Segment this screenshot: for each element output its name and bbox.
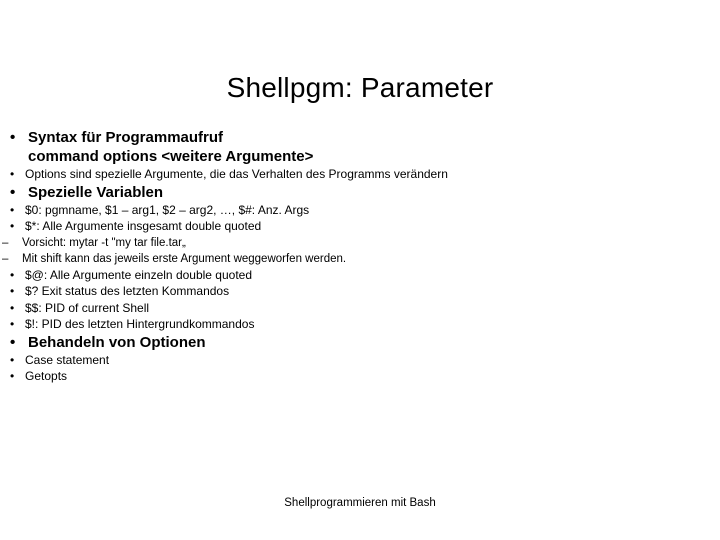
bullet-text-wrap: Spezielle Variablen bbox=[28, 183, 720, 202]
bullet-var-dollar-bang: • $!: PID des letzten Hintergrundkommand… bbox=[0, 316, 720, 333]
bullet-icon: • bbox=[10, 284, 15, 298]
dash-icon: – bbox=[2, 236, 9, 249]
bullet-list-level2-options: • Options sind spezielle Argumente, die … bbox=[0, 166, 720, 183]
bullet-text-wrap: Syntax für Programmaufruf command option… bbox=[28, 128, 720, 166]
dash-vorsicht-mytar: – Vorsicht: mytar -t "my tar file.tar„ bbox=[0, 235, 720, 251]
dash-text: Vorsicht: mytar -t "my tar file.tar„ bbox=[22, 236, 186, 249]
dash-icon: – bbox=[2, 252, 9, 265]
bullet-icon: • bbox=[10, 352, 15, 367]
bullet-icon: • bbox=[10, 333, 16, 351]
bullet-text: $@: Alle Argumente einzeln double quoted bbox=[25, 267, 253, 282]
slide: Shellpgm: Parameter • Syntax für Program… bbox=[0, 0, 720, 540]
bullet-text-wrap: Behandeln von Optionen bbox=[28, 333, 720, 352]
bullet-list-level1: • Syntax für Programmaufruf command opti… bbox=[0, 128, 720, 166]
bullet-text: $!: PID des letzten Hintergrundkommandos bbox=[25, 317, 255, 331]
bullet-text: $0: pgmname, $1 – arg1, $2 – arg2, …, $#… bbox=[25, 202, 310, 217]
bullet-list-level1-behandeln-von-optionen: • Behandeln von Optionen bbox=[0, 333, 720, 352]
bullet-text: Getopts bbox=[25, 369, 68, 383]
bullet-text: $*: Alle Argumente insgesamt double quot… bbox=[25, 219, 262, 233]
bullet-text: Case statement bbox=[25, 352, 110, 367]
bullet-getopts: • Getopts bbox=[0, 368, 720, 385]
bullet-icon: • bbox=[10, 369, 15, 383]
bullet-options-sind-spezielle-argumente: • Options sind spezielle Argumente, die … bbox=[0, 166, 720, 183]
dash-text: Mit shift kann das jeweils erste Argumen… bbox=[22, 252, 347, 265]
bullet-line-behandeln-von-optionen: Behandeln von Optionen bbox=[28, 333, 206, 351]
bullet-spezielle-variablen: • Spezielle Variablen bbox=[0, 183, 720, 202]
bullet-icon: • bbox=[10, 219, 15, 233]
bullet-text: $? Exit status des letzten Kommandos bbox=[25, 284, 230, 298]
bullet-list-level2-variables-b: • $@: Alle Argumente einzeln double quot… bbox=[0, 267, 720, 333]
slide-footer: Shellprogrammieren mit Bash bbox=[284, 497, 436, 509]
bullet-list-level2-optionen: • Case statement • Getopts bbox=[0, 352, 720, 385]
bullet-icon: • bbox=[10, 300, 15, 315]
bullet-var-dollar-question: • $? Exit status des letzten Kommandos bbox=[0, 283, 720, 300]
bullet-var-dollar-dollar: • $$: PID of current Shell bbox=[0, 300, 720, 317]
bullet-behandeln-von-optionen: • Behandeln von Optionen bbox=[0, 333, 720, 352]
bullet-text: $$: PID of current Shell bbox=[25, 300, 150, 315]
bullet-var-dollar-star: • $*: Alle Argumente insgesamt double qu… bbox=[0, 218, 720, 235]
bullet-var-dollar-zero: • $0: pgmname, $1 – arg1, $2 – arg2, …, … bbox=[0, 202, 720, 219]
bullet-line-syntax: Syntax für Programmaufruf bbox=[28, 129, 224, 146]
bullet-case-statement: • Case statement bbox=[0, 352, 720, 369]
dash-mit-shift: – Mit shift kann das jeweils erste Argum… bbox=[0, 251, 720, 267]
bullet-var-dollar-at: • $@: Alle Argumente einzeln double quot… bbox=[0, 267, 720, 284]
bullet-line-command-options: command options <weitere Argumente> bbox=[28, 148, 314, 165]
bullet-icon: • bbox=[10, 267, 15, 282]
bullet-icon: • bbox=[10, 183, 16, 201]
bullet-icon: • bbox=[10, 167, 15, 181]
bullet-line-spezielle-variablen: Spezielle Variablen bbox=[28, 183, 164, 201]
bullet-icon: • bbox=[10, 202, 15, 217]
slide-body: • Syntax für Programmaufruf command opti… bbox=[0, 128, 720, 385]
bullet-syntax-fuer-programmaufruf: • Syntax für Programmaufruf command opti… bbox=[0, 128, 720, 166]
bullet-icon: • bbox=[10, 129, 16, 146]
bullet-list-level3-dashes: – Vorsicht: mytar -t "my tar file.tar„ –… bbox=[0, 235, 720, 267]
bullet-list-level2-variables-a: • $0: pgmname, $1 – arg1, $2 – arg2, …, … bbox=[0, 202, 720, 235]
bullet-text: Options sind spezielle Argumente, die da… bbox=[25, 167, 448, 181]
bullet-icon: • bbox=[10, 317, 15, 331]
bullet-list-level1-spezielle-variablen: • Spezielle Variablen bbox=[0, 183, 720, 202]
page-title: Shellpgm: Parameter bbox=[226, 71, 494, 103]
